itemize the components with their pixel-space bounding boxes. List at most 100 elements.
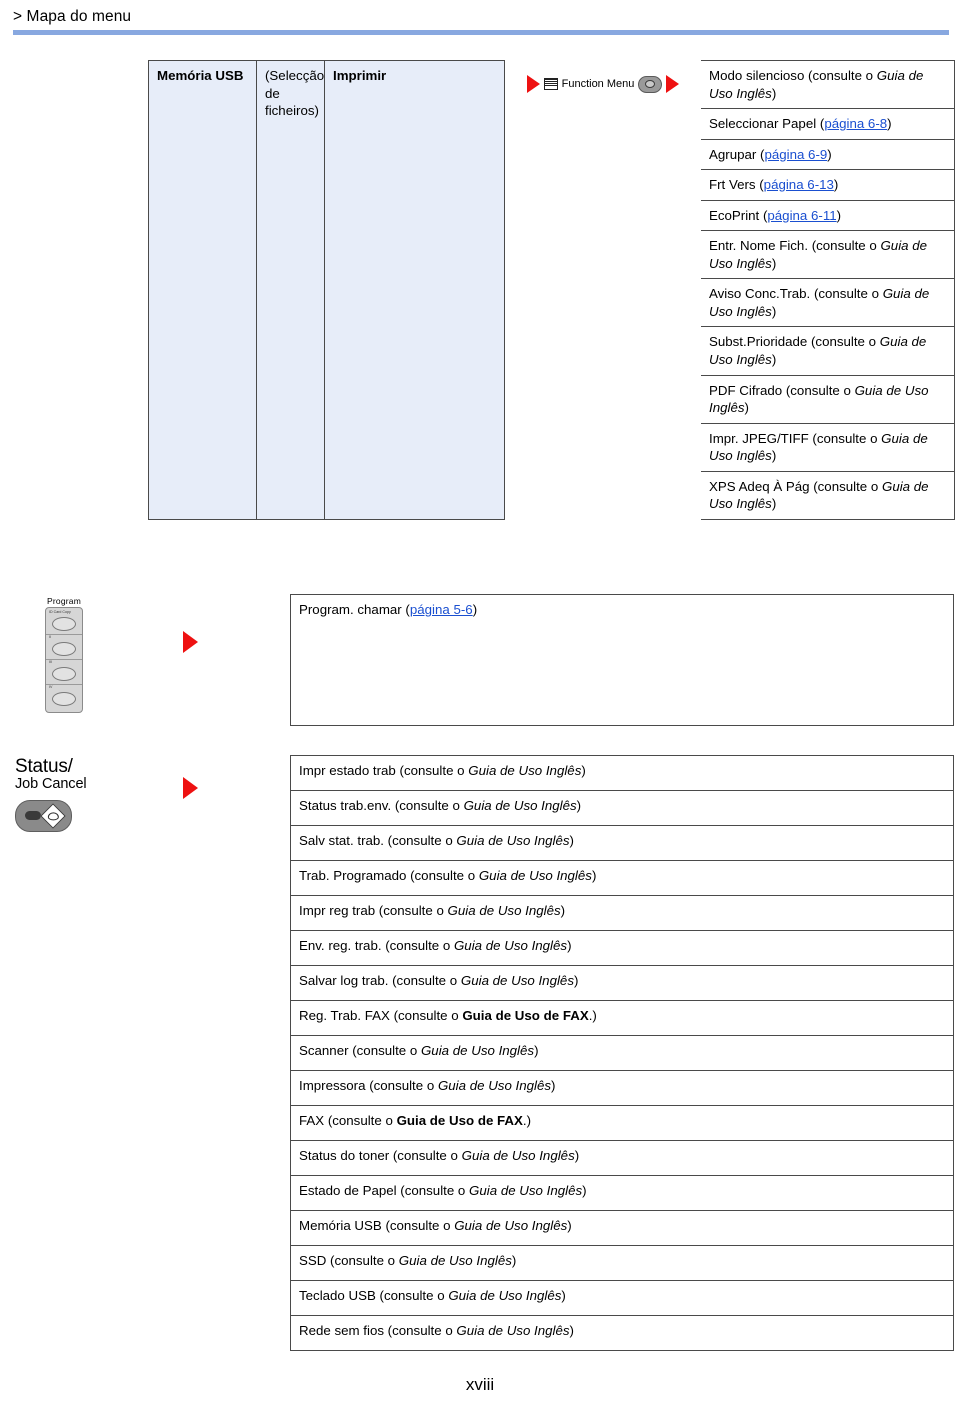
status-key-pill-icon (25, 811, 41, 821)
menu-item-text: Env. reg. trab. (consulte o (299, 938, 454, 953)
program-key-4: IV (46, 685, 82, 709)
menu-item-text: ) (581, 763, 586, 778)
status-key-label-line2: Job Cancel (15, 775, 87, 792)
page-number: xviii (465, 1375, 495, 1394)
menu-item-text: Teclado USB (consulte o (299, 1288, 449, 1303)
function-menu-round-button-icon[interactable] (638, 75, 663, 93)
guide-reference-italic: Guia de Uso Inglês (448, 1288, 562, 1303)
guide-reference-bold: Guia de Uso de FAX (396, 1113, 523, 1128)
menu-item-text: Modo silencioso (consulte o (709, 68, 877, 83)
menu-item-text: Estado de Papel (consulte o (299, 1183, 470, 1198)
menu-item-text: Trab. Programado (consulte o (299, 868, 479, 883)
menu-item-text: Status do toner (consulte o (299, 1148, 462, 1163)
table-row: Estado de Papel (consulte o Guia de Uso … (290, 1175, 954, 1211)
status-menu-item: Trab. Programado (consulte o Guia de Uso… (290, 860, 954, 896)
usb-col-seleccao-ficheiros: (Selecção de ficheiros) (256, 60, 325, 520)
program-key-label: Program (47, 596, 81, 606)
table-row: Memória USB (consulte o Guia de Uso Ingl… (290, 1210, 954, 1246)
menu-item-text: Frt Vers ( (709, 177, 764, 193)
program-key-oval-icon (52, 617, 76, 631)
usb-menu-item: EcoPrint (página 6-11) (700, 199, 955, 232)
menu-item-text: Program. chamar ( (299, 602, 410, 617)
usb-menu-item: PDF Cifrado (consulte o Guia de Uso Ingl… (700, 374, 955, 424)
guide-reference-italic: Guia de Uso Inglês (398, 1253, 512, 1268)
page-reference-link[interactable]: página 6-8 (824, 116, 887, 131)
usb-col-memoria-usb: Memória USB (148, 60, 257, 520)
menu-item-text: ) (744, 400, 749, 416)
menu-item-text: ) (551, 1078, 556, 1093)
table-row: Env. reg. trab. (consulte o Guia de Uso … (290, 930, 954, 966)
guide-reference-italic: Guia de Uso Inglês (437, 1078, 552, 1093)
table-row: Teclado USB (consulte o Guia de Uso Ingl… (290, 1280, 954, 1316)
table-row: FAX (consulte o Guia de Uso de FAX.) (290, 1105, 954, 1141)
table-row: Salvar log trab. (consulte o Guia de Uso… (290, 965, 954, 1001)
program-key-1: ID Card Copy (46, 610, 82, 635)
program-key-caption: ID Card Copy (49, 610, 71, 614)
menu-item-text: EcoPrint ( (709, 207, 768, 223)
function-menu-key-cell: Function Menu (505, 61, 701, 520)
page-reference-link[interactable]: página 6-9 (764, 147, 827, 162)
usb-menu-item: Agrupar (página 6-9) (700, 138, 955, 171)
status-menu-item: Teclado USB (consulte o Guia de Uso Ingl… (290, 1280, 954, 1316)
table-row: Impressora (consulte o Guia de Uso Inglê… (290, 1070, 954, 1106)
menu-item-text: ) (569, 1323, 574, 1338)
program-key-graphic: Program ID Card Copy II III IV (34, 596, 94, 713)
guide-reference-italic: Guia de Uso Inglês (463, 798, 577, 813)
program-menu-table: Program. chamar (página 5-6) (290, 594, 954, 726)
page-reference-link[interactable]: página 5-6 (410, 602, 473, 617)
guide-reference-italic: Guia de Uso Inglês (447, 903, 561, 918)
menu-item-text: ) (771, 496, 777, 512)
menu-item-text: ) (771, 255, 777, 271)
menu-item-text: ) (576, 798, 582, 813)
status-menu-item: Status trab.env. (consulte o Guia de Uso… (290, 790, 954, 826)
menu-item-text: Scanner (consulte o (299, 1043, 421, 1058)
menu-item-text: PDF Cifrado (consulte o (709, 382, 855, 398)
function-menu-right-arrow-icon (666, 75, 680, 94)
program-key-caption: II (49, 635, 51, 639)
status-key-label-line1: Status/ (15, 756, 73, 777)
program-key-oval-icon (52, 667, 76, 681)
function-menu-key-label: Function Menu (561, 78, 635, 91)
menu-item-text: Memória USB (consulte o (299, 1218, 455, 1233)
usb-menu-item: XPS Adeq À Pág (consulte o Guia de Uso I… (700, 470, 955, 520)
status-menu-item: Estado de Papel (consulte o Guia de Uso … (290, 1175, 954, 1211)
menu-item-text: ) (560, 903, 566, 918)
menu-item-text: ) (771, 448, 777, 464)
program-key-panel: ID Card Copy II III IV (45, 607, 83, 713)
function-menu-key-icon: Function Menu (543, 75, 663, 93)
menu-item-text: ) (569, 833, 574, 848)
page-reference-link[interactable]: página 6-11 (767, 208, 836, 223)
guide-reference-italic: Guia de Uso Inglês (456, 1323, 570, 1338)
table-row: Impr reg trab (consulte o Guia de Uso In… (290, 895, 954, 931)
menu-item-text: Aviso Conc.Trab. (consulte o (709, 286, 883, 302)
status-menu-item: Scanner (consulte o Guia de Uso Inglês) (290, 1035, 954, 1071)
menu-item-text: Seleccionar Papel ( (709, 116, 825, 132)
status-menu-item: Impressora (consulte o Guia de Uso Inglê… (290, 1070, 954, 1106)
program-key-oval-icon (52, 642, 76, 656)
status-menu-table: Impr estado trab (consulte o Guia de Uso… (290, 755, 954, 1351)
status-menu-item: Impr reg trab (consulte o Guia de Uso In… (290, 895, 954, 931)
program-flow-arrow-icon (183, 631, 198, 653)
menu-item-text: ) (887, 116, 892, 132)
page-reference-link[interactable]: página 6-13 (764, 177, 834, 192)
menu-item-text: .) (522, 1113, 532, 1128)
menu-item-text: Subst.Prioridade (consulte o (709, 334, 880, 350)
table-row: Scanner (consulte o Guia de Uso Inglês) (290, 1035, 954, 1071)
menu-item-text: Agrupar ( (709, 146, 765, 162)
status-menu-item: Rede sem fios (consulte o Guia de Uso In… (290, 1315, 954, 1351)
function-menu-left-arrow-icon (526, 75, 540, 94)
table-row: Salv stat. trab. (consulte o Guia de Uso… (290, 825, 954, 861)
guide-reference-italic: Guia de Uso Inglês (454, 1218, 568, 1233)
menu-item-text: ) (582, 1183, 587, 1198)
status-menu-item: Memória USB (consulte o Guia de Uso Ingl… (290, 1210, 954, 1246)
program-key-2: II (46, 635, 82, 660)
status-menu-item: Env. reg. trab. (consulte o Guia de Uso … (290, 930, 954, 966)
status-job-cancel-key-graphic: Status/ Job Cancel (15, 757, 125, 832)
usb-menu-item: Aviso Conc.Trab. (consulte o Guia de Uso… (700, 278, 955, 328)
status-menu-item: Impr estado trab (consulte o Guia de Uso… (290, 755, 954, 791)
usb-menu-item: Subst.Prioridade (consulte o Guia de Uso… (700, 326, 955, 376)
menu-item-text: XPS Adeq À Pág (consulte o (709, 478, 882, 494)
table-row: SSD (consulte o Guia de Uso Inglês) (290, 1245, 954, 1281)
guide-reference-italic: Guia de Uso Inglês (478, 868, 592, 883)
menu-item-text: ) (472, 602, 478, 617)
